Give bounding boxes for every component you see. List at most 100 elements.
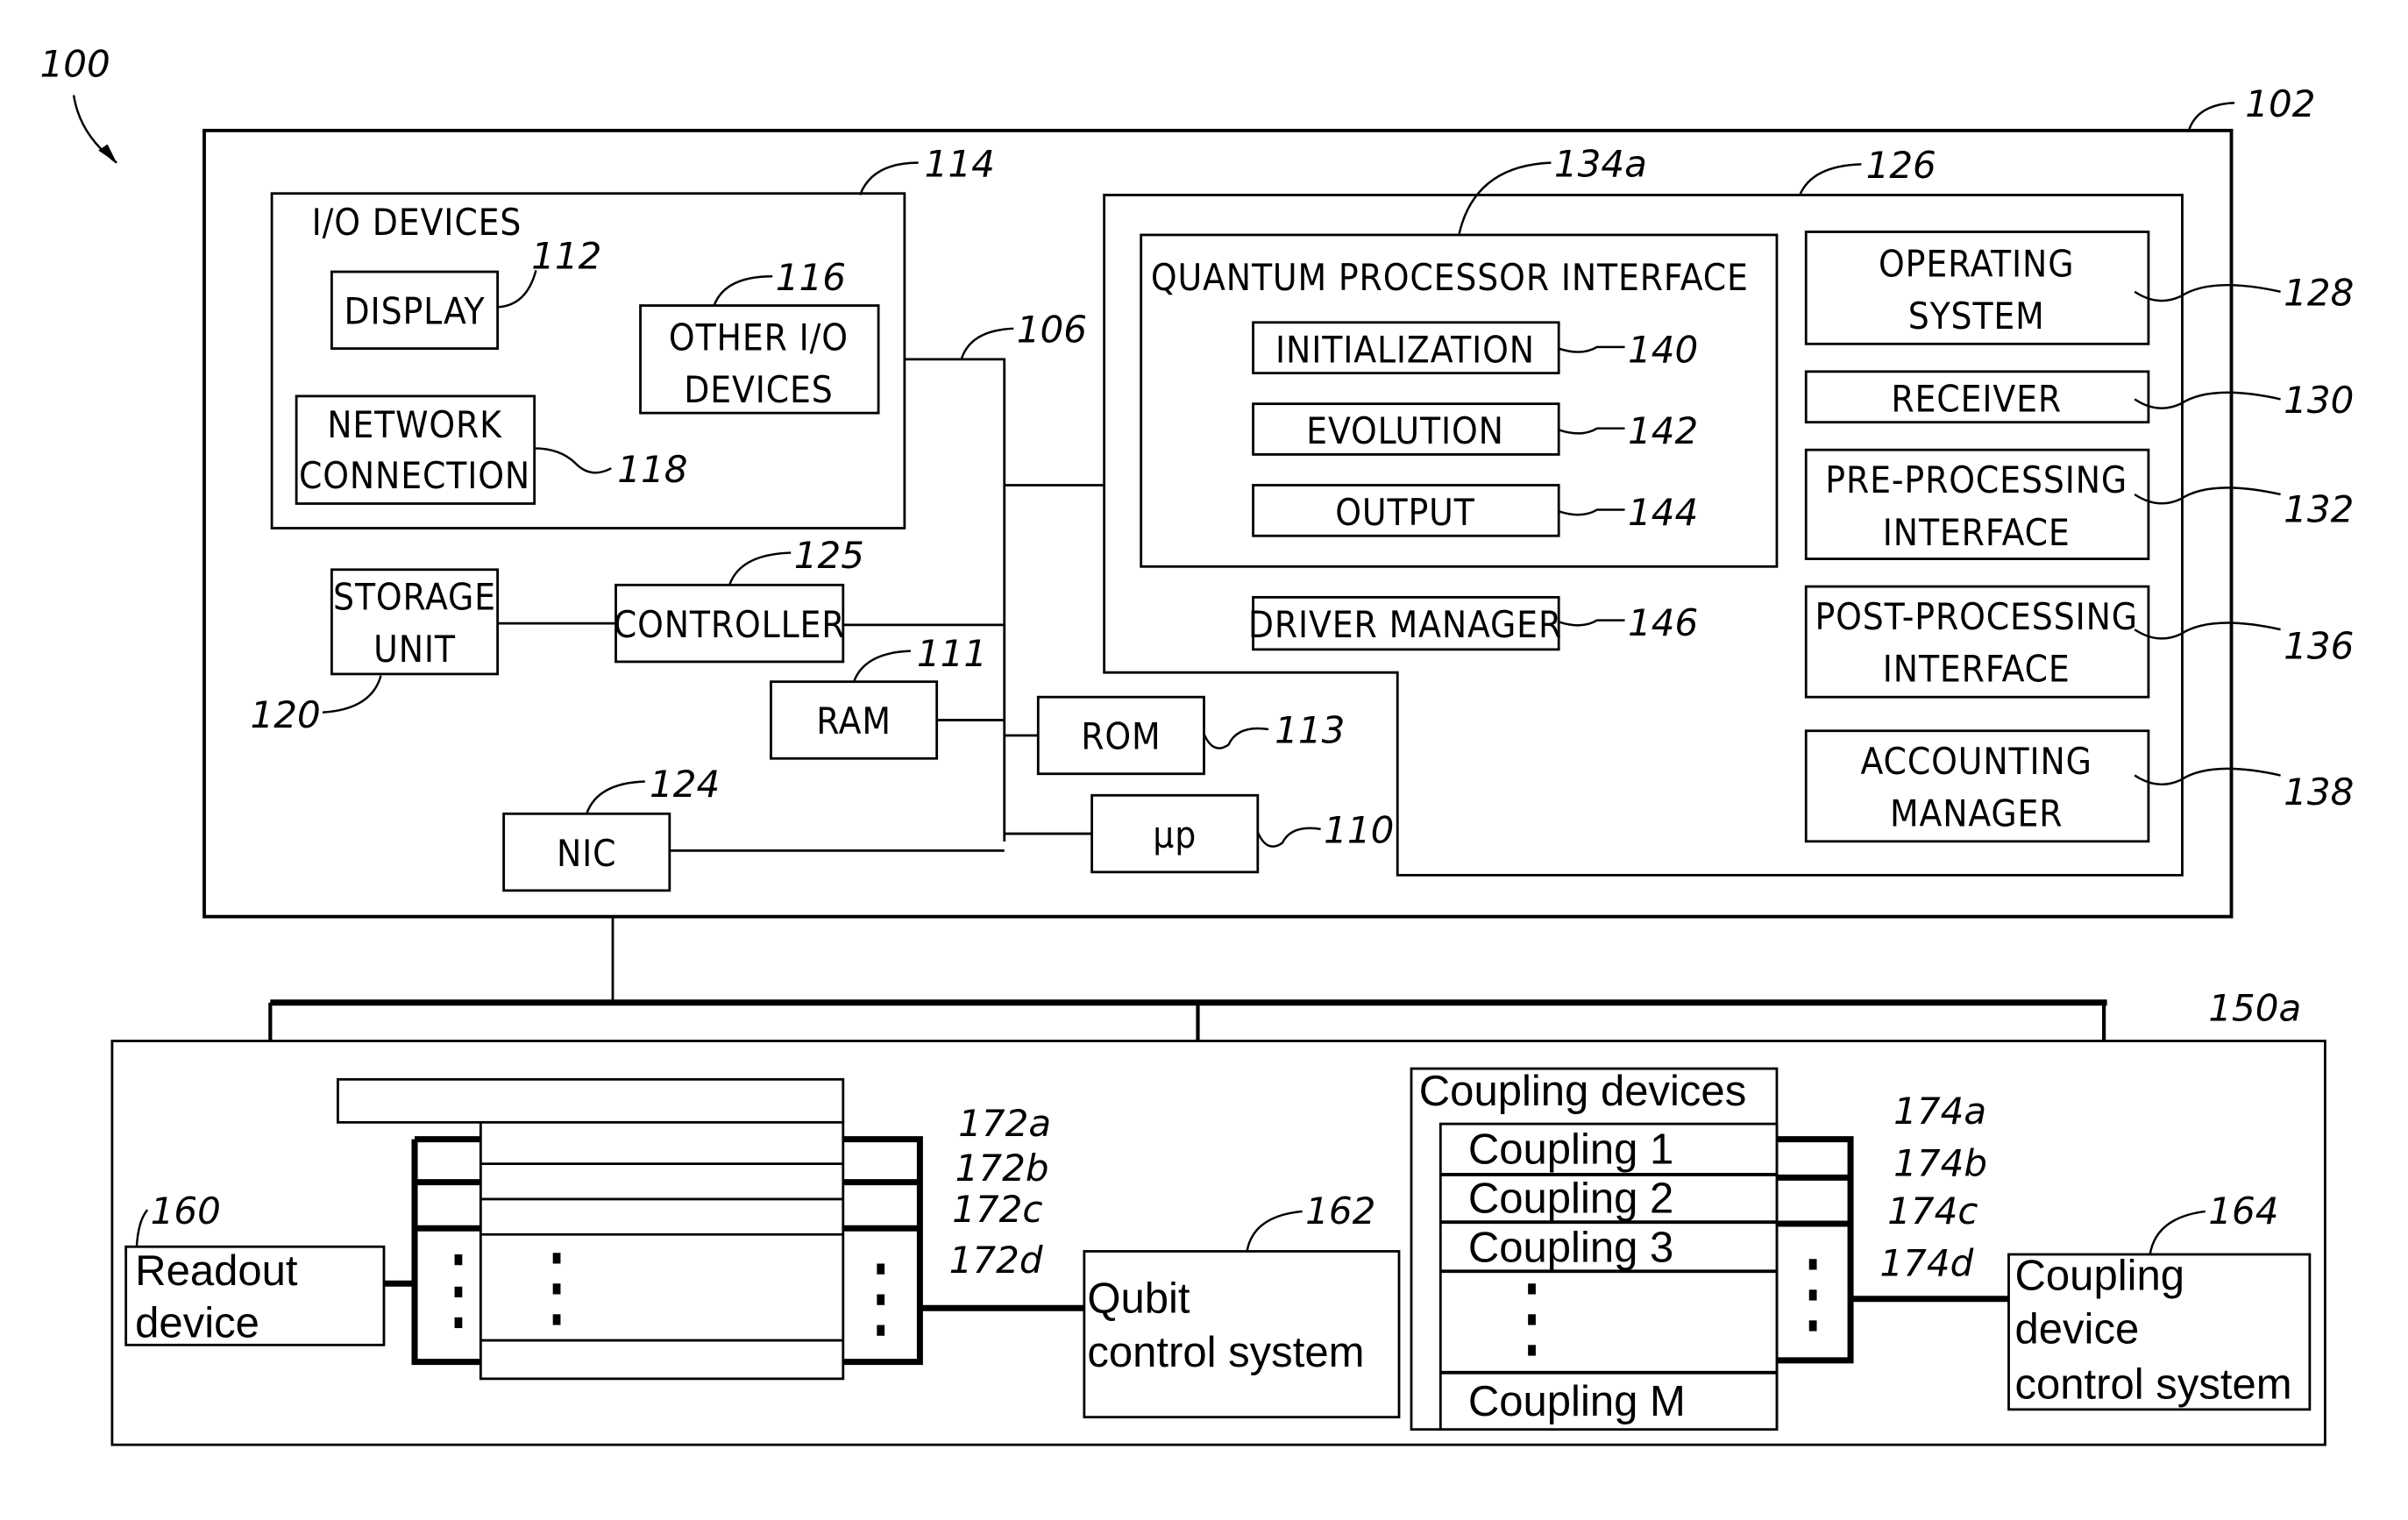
- coupling-item-1: Coupling 1: [1468, 1126, 1673, 1174]
- coupling-control-line3: control system: [2015, 1361, 2292, 1409]
- coupling-item-2: Coupling 2: [1468, 1176, 1673, 1223]
- readout-device-ref: 160: [151, 1190, 221, 1232]
- figure-ref-label: 100: [40, 43, 110, 86]
- ellipsis-dot: [877, 1263, 885, 1275]
- coupling-line-ref-b: 174b: [1893, 1142, 1987, 1185]
- other-io-ref: 116: [776, 256, 846, 299]
- qubit-control-line2: control system: [1087, 1329, 1364, 1376]
- receiver-module: RECEIVER 130: [1804, 370, 2354, 424]
- ellipsis-dot: [877, 1325, 885, 1336]
- coupling-item-m: Coupling M: [1468, 1378, 1686, 1425]
- qubit-line-ref-b: 172b: [955, 1147, 1049, 1190]
- ellipsis-dot: [1528, 1283, 1536, 1295]
- initialization-ref: 140: [1628, 328, 1698, 371]
- qubit-top-plate: [337, 1077, 845, 1124]
- driver-manager-label: DRIVER MANAGER: [1248, 603, 1562, 646]
- nic-ref: 124: [650, 763, 720, 806]
- arrow-head-icon: [98, 144, 117, 163]
- post-processing-ref: 136: [2284, 624, 2354, 667]
- operating-system-module: OPERATING SYSTEM 128: [1804, 231, 2354, 345]
- storage-unit-line1: STORAGE: [333, 575, 496, 618]
- ellipsis-dot: [1808, 1320, 1817, 1332]
- ellipsis-dot: [552, 1283, 561, 1295]
- memory-ref: 126: [1866, 144, 1936, 187]
- post-processing-line1: POST-PROCESSING: [1815, 595, 2138, 638]
- storage-unit-ref: 120: [251, 693, 321, 736]
- coupling-control-line1: Coupling: [2015, 1252, 2185, 1299]
- storage-unit-line2: UNIT: [373, 628, 456, 671]
- coupling-control-ref: 164: [2208, 1190, 2278, 1232]
- other-io-label-line1: OTHER I/O: [669, 316, 849, 359]
- qubit-line-ref-c: 172c: [952, 1188, 1042, 1231]
- microprocessor-ref: 110: [1324, 809, 1394, 852]
- qubit-control-ref: 162: [1305, 1190, 1375, 1232]
- output-label: OUTPUT: [1335, 491, 1474, 534]
- coupling-line-ref-c: 174c: [1887, 1190, 1978, 1232]
- display-ref: 112: [531, 235, 601, 278]
- readout-device-line1: Readout: [135, 1247, 298, 1295]
- ellipsis-dot: [454, 1286, 463, 1298]
- pre-processing-line1: PRE-PROCESSING: [1825, 458, 2127, 501]
- accounting-manager-module: ACCOUNTING MANAGER 138: [1804, 729, 2354, 843]
- qubit-line-ref-d: 172d: [949, 1239, 1043, 1282]
- ellipsis-dot: [454, 1317, 463, 1329]
- coupling-devices-title: Coupling devices: [1419, 1068, 1746, 1115]
- accounting-manager-line2: MANAGER: [1890, 792, 2063, 835]
- bus-ref: 106: [1017, 309, 1087, 352]
- qubit-line-ref-a: 172a: [958, 1102, 1051, 1145]
- ellipsis-dot: [1808, 1289, 1817, 1301]
- computer-system-ref: 102: [2245, 82, 2315, 125]
- pre-processing-ref: 132: [2284, 488, 2354, 531]
- coupling-line-ref-a: 174a: [1893, 1090, 1986, 1133]
- controller-ref: 125: [794, 534, 864, 577]
- pre-processing-line2: INTERFACE: [1883, 511, 2071, 554]
- receiver-ref: 130: [2284, 379, 2354, 422]
- accounting-manager-line1: ACCOUNTING: [1861, 740, 2092, 783]
- accounting-manager-ref: 138: [2284, 771, 2354, 813]
- io-devices-title: I/O DEVICES: [312, 201, 522, 244]
- initialization-label: INITIALIZATION: [1275, 328, 1535, 371]
- post-processing-module: POST-PROCESSING INTERFACE 136: [1804, 585, 2354, 699]
- pre-processing-module: PRE-PROCESSING INTERFACE 132: [1804, 448, 2354, 560]
- qpi-module-evolution: EVOLUTION 142: [1252, 402, 1698, 456]
- evolution-label: EVOLUTION: [1306, 409, 1504, 452]
- ellipsis-dot: [552, 1314, 561, 1325]
- operating-system-line1: OPERATING: [1879, 242, 2074, 285]
- coupling-line-ref-d: 174d: [1879, 1242, 1973, 1285]
- nic-label: NIC: [557, 832, 616, 875]
- receiver-line1: RECEIVER: [1891, 377, 2062, 420]
- microprocessor-label: µp: [1153, 813, 1197, 856]
- network-connection-line2: CONNECTION: [299, 454, 530, 497]
- quantum-system-ref: 150a: [2208, 987, 2301, 1030]
- other-io-label-line2: DEVICES: [684, 368, 833, 411]
- driver-manager-ref: 146: [1628, 601, 1698, 644]
- ellipsis-dot: [1808, 1259, 1817, 1270]
- ram-label: RAM: [816, 700, 891, 742]
- qpi-ref: 134a: [1554, 142, 1647, 185]
- operating-system-line2: SYSTEM: [1908, 295, 2045, 337]
- rom-label: ROM: [1081, 715, 1161, 758]
- ellipsis-dot: [552, 1253, 561, 1264]
- network-connection-line1: NETWORK: [327, 403, 502, 446]
- io-devices-ref: 114: [925, 142, 995, 185]
- post-processing-line2: INTERFACE: [1883, 648, 2071, 691]
- coupling-control-line2: device: [2015, 1306, 2140, 1353]
- ellipsis-dot: [1528, 1314, 1536, 1325]
- ellipsis-dot: [454, 1254, 463, 1266]
- ellipsis-dot: [1528, 1345, 1536, 1356]
- computer-system-leader: [2187, 102, 2235, 132]
- network-connection-ref: 118: [617, 448, 687, 491]
- readout-device-line2: device: [135, 1300, 259, 1347]
- system-block-diagram: 100 102 I/O DEVICES 114 DISPLAY 112 OTHE…: [40, 43, 2354, 1446]
- qpi-module-initialization: INITIALIZATION 140: [1252, 321, 1698, 375]
- controller-label: CONTROLLER: [614, 603, 846, 646]
- display-label: DISPLAY: [345, 290, 486, 333]
- rom-ref: 113: [1275, 709, 1345, 752]
- ellipsis-dot: [877, 1294, 885, 1305]
- ram-ref: 111: [917, 632, 987, 675]
- operating-system-ref: 128: [2284, 272, 2354, 315]
- coupling-item-3: Coupling 3: [1468, 1225, 1673, 1272]
- qpi-title: QUANTUM PROCESSOR INTERFACE: [1151, 256, 1749, 299]
- output-ref: 144: [1628, 491, 1698, 534]
- evolution-ref: 142: [1628, 409, 1698, 452]
